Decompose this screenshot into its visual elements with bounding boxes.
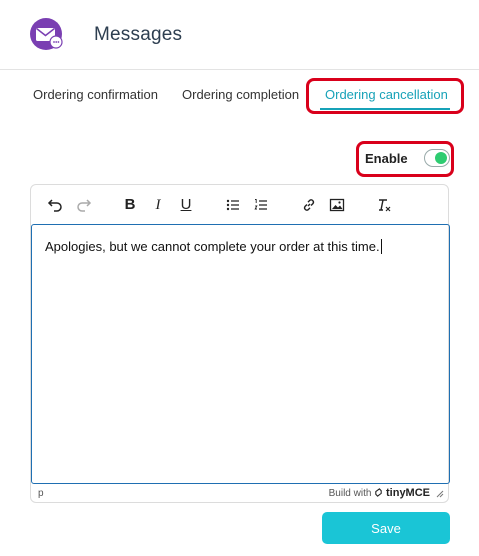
mail-settings-icon [30, 18, 63, 50]
tinymce-branding[interactable]: Build with tinyMCE [329, 487, 430, 499]
redo-icon[interactable] [74, 195, 94, 215]
image-icon[interactable] [327, 195, 347, 215]
editor-status-bar: p Build with tinyMCE [31, 485, 448, 503]
element-path[interactable]: p [38, 488, 44, 499]
italic-icon[interactable]: I [148, 195, 168, 215]
save-button[interactable]: Save [322, 512, 450, 544]
numbered-list-icon[interactable] [251, 195, 271, 215]
undo-icon[interactable] [45, 195, 65, 215]
enable-toggle[interactable] [424, 149, 450, 167]
clear-formatting-icon[interactable] [374, 195, 394, 215]
enable-label: Enable [365, 151, 408, 166]
toggle-knob [435, 152, 447, 164]
tab-ordering-cancellation[interactable]: Ordering cancellation [325, 87, 448, 102]
link-icon[interactable] [299, 195, 319, 215]
tab-ordering-confirmation[interactable]: Ordering confirmation [33, 87, 158, 102]
header: Messages [0, 0, 479, 70]
text-caret [380, 239, 382, 254]
bold-icon[interactable]: B [120, 195, 140, 215]
editor-content-area[interactable]: Apologies, but we cannot complete your o… [31, 224, 450, 484]
tab-bar: Ordering confirmation Ordering completio… [0, 80, 479, 112]
active-tab-indicator [320, 108, 450, 110]
editor-toolbar: B I U [31, 185, 448, 223]
underline-icon[interactable]: U [176, 195, 196, 215]
page-title: Messages [94, 24, 183, 45]
resize-handle-icon[interactable] [436, 490, 444, 498]
rich-text-editor: B I U Apologies, but we cannot complete … [30, 184, 450, 503]
tab-ordering-completion[interactable]: Ordering completion [182, 87, 299, 102]
bullet-list-icon[interactable] [223, 195, 243, 215]
message-content: Apologies, but we cannot complete your o… [45, 239, 382, 254]
tinymce-logo-icon [375, 488, 382, 497]
